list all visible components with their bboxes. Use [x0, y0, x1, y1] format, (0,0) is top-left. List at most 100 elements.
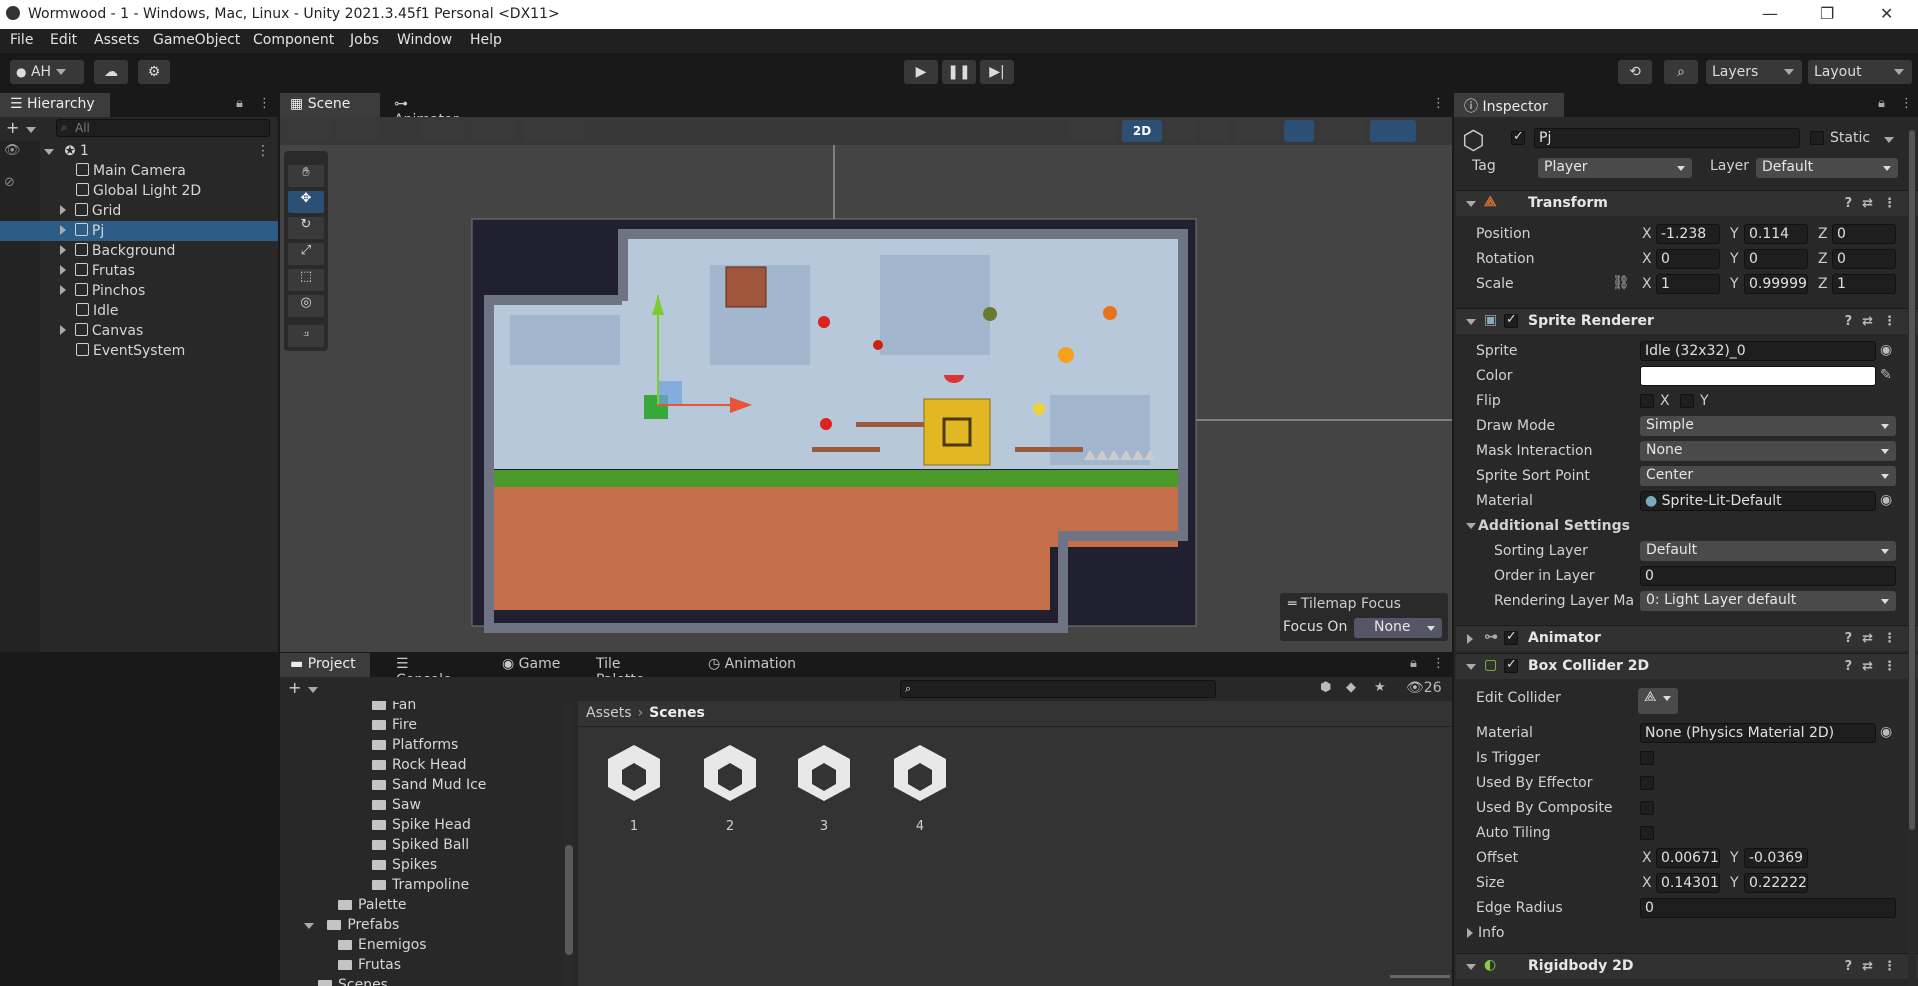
menu-gameobject[interactable]: GameObject	[153, 32, 240, 48]
folder-item[interactable]: Platforms	[372, 735, 458, 755]
favorite-icon[interactable]: ★	[1374, 680, 1386, 695]
collab-button[interactable]: ⚙	[138, 60, 170, 84]
tab-hierarchy[interactable]: ☰ Hierarchy	[0, 93, 110, 117]
folder-item[interactable]: Fire	[372, 715, 417, 735]
scene-asset[interactable]: 4	[888, 741, 952, 851]
tag-dropdown[interactable]: Player	[1538, 158, 1692, 178]
close-icon[interactable]: ✕	[1880, 4, 1893, 23]
tree-item-pinchos[interactable]: Pinchos	[60, 281, 145, 301]
folder-item[interactable]: Spike Head	[372, 815, 471, 835]
component-enabled-checkbox[interactable]	[1504, 657, 1518, 673]
chevron-down-icon[interactable]	[308, 687, 318, 693]
scene-asset[interactable]: 2	[698, 741, 762, 851]
tree-item-grid[interactable]: Grid	[60, 201, 121, 221]
lighting-button[interactable]	[1166, 120, 1196, 142]
tree-item-global-light[interactable]: Global Light 2D	[76, 181, 201, 201]
auto-tiling-checkbox[interactable]	[1640, 826, 1654, 840]
folder-item[interactable]: Spiked Ball	[372, 835, 469, 855]
scene-canvas[interactable]	[280, 145, 1452, 652]
tree-item-idle[interactable]: Idle	[76, 301, 119, 321]
tree-scene-root[interactable]: ✪ 1 ⋮	[44, 141, 278, 161]
component-enabled-checkbox[interactable]	[1504, 629, 1518, 645]
menu-assets[interactable]: Assets	[94, 32, 140, 48]
flip-x-checkbox[interactable]	[1640, 394, 1654, 408]
transform-header[interactable]: ⟁ Transform ?⇄⋮	[1456, 190, 1918, 216]
camera-button[interactable]	[1320, 120, 1366, 142]
folder-scrollbar[interactable]	[564, 705, 574, 986]
tree-item-background[interactable]: Background	[60, 241, 175, 261]
folder-item[interactable]: Rock Head	[372, 755, 467, 775]
layout-dropdown[interactable]: Layout	[1808, 60, 1912, 84]
component-header-icons[interactable]: ?⇄⋮	[1845, 196, 1906, 211]
folder-item[interactable]: Saw	[372, 795, 421, 815]
used-by-composite-checkbox[interactable]	[1640, 801, 1654, 815]
size-x-field[interactable]: 0.14301	[1656, 873, 1720, 893]
position-y-field[interactable]: 0.114	[1744, 224, 1808, 244]
folder-item[interactable]: Palette	[338, 895, 407, 915]
folder-item[interactable]: Spikes	[372, 855, 437, 875]
order-in-layer-field[interactable]: 0	[1640, 566, 1896, 586]
mask-dropdown[interactable]: None	[1640, 441, 1896, 461]
component-header-icons[interactable]: ?⇄⋮	[1845, 631, 1906, 646]
tree-item-pj-selected[interactable]: Pj	[0, 221, 278, 241]
object-picker-icon[interactable]: ◉	[1880, 724, 1892, 740]
add-icon[interactable]: +	[288, 678, 301, 697]
breadcrumb-scenes[interactable]: Scenes	[649, 705, 705, 721]
move-gizmo-plane[interactable]	[658, 381, 682, 405]
draw-mode-dropdown[interactable]: Simple	[1640, 416, 1896, 436]
tab-tile-palette[interactable]: Tile Palette	[586, 653, 682, 688]
menu-edit[interactable]: Edit	[50, 32, 77, 48]
scrollbar-thumb[interactable]	[565, 845, 573, 955]
offset-y-field[interactable]: -0.0369	[1744, 848, 1808, 868]
is-trigger-checkbox[interactable]	[1640, 751, 1654, 765]
eye-icon[interactable]: 👁︎	[4, 143, 21, 158]
folder-item[interactable]: Trampoline	[372, 875, 469, 895]
edit-collider-button[interactable]: ⟁	[1638, 688, 1678, 714]
rotation-x-field[interactable]: 0	[1656, 249, 1720, 269]
folder-item[interactable]: Frutas	[338, 955, 401, 975]
used-by-effector-checkbox[interactable]	[1640, 776, 1654, 790]
tab-animation[interactable]: ◷ Animation	[698, 653, 808, 677]
audio-button[interactable]	[1200, 120, 1230, 142]
object-picker-icon[interactable]: ◉	[1880, 492, 1892, 508]
draw-mode-button[interactable]	[288, 120, 330, 142]
rendering-layer-dropdown[interactable]: 0: Light Layer default	[1640, 591, 1896, 611]
object-picker-icon[interactable]: ◉	[1880, 342, 1892, 358]
more-icon[interactable]: ⋮	[1432, 656, 1445, 671]
render-mode-button[interactable]	[336, 120, 378, 142]
menu-jobs[interactable]: Jobs	[350, 32, 379, 48]
lock-icon[interactable]: 🔒︎	[236, 96, 243, 111]
tab-animator[interactable]: ⊶ Animator	[384, 93, 484, 128]
object-name-field[interactable]: Pj	[1534, 128, 1800, 148]
sprite-field[interactable]: Idle (32x32)_0	[1640, 341, 1876, 361]
menu-window[interactable]: Window	[397, 32, 452, 48]
play-button[interactable]: ▶	[904, 60, 938, 84]
scene-asset[interactable]: 1	[602, 741, 666, 851]
icon-size-slider[interactable]	[1390, 975, 1450, 978]
tree-item-eventsystem[interactable]: EventSystem	[76, 341, 185, 361]
tab-inspector[interactable]: ⓘ Inspector	[1454, 93, 1564, 117]
sort-point-dropdown[interactable]: Center	[1640, 466, 1896, 486]
animator-header[interactable]: ⊶ Animator ?⇄⋮	[1456, 625, 1918, 651]
rigidbody-header[interactable]: ◐ Rigidbody 2D ?⇄⋮	[1456, 953, 1918, 979]
pick-icon[interactable]: ⊘	[4, 175, 15, 190]
component-enabled-checkbox[interactable]	[1504, 312, 1518, 328]
folder-item-scenes[interactable]: Scenes	[304, 975, 388, 986]
scale-z-field[interactable]: 1	[1832, 274, 1896, 294]
folder-item[interactable]: Fan	[372, 701, 416, 715]
tree-item-frutas[interactable]: Frutas	[60, 261, 135, 281]
tab-game[interactable]: ◉ Game	[492, 653, 572, 677]
rotation-y-field[interactable]: 0	[1744, 249, 1808, 269]
physics-material-field[interactable]: None (Physics Material 2D)	[1640, 723, 1876, 743]
position-z-field[interactable]: 0	[1832, 224, 1896, 244]
maximize-icon[interactable]: ❐	[1820, 4, 1834, 23]
color-field[interactable]	[1640, 366, 1876, 386]
tab-scene[interactable]: ▦ Scene	[280, 93, 380, 117]
minimize-icon[interactable]: —	[1762, 4, 1778, 23]
static-dropdown-icon[interactable]	[1884, 137, 1894, 143]
component-header-icons[interactable]: ?⇄⋮	[1845, 659, 1906, 674]
scale-y-field[interactable]: 0.99999	[1744, 274, 1808, 294]
component-header-icons[interactable]: ?⇄⋮	[1845, 959, 1906, 974]
inspector-scrollbar[interactable]	[1908, 130, 1916, 986]
edge-radius-field[interactable]: 0	[1640, 898, 1896, 918]
